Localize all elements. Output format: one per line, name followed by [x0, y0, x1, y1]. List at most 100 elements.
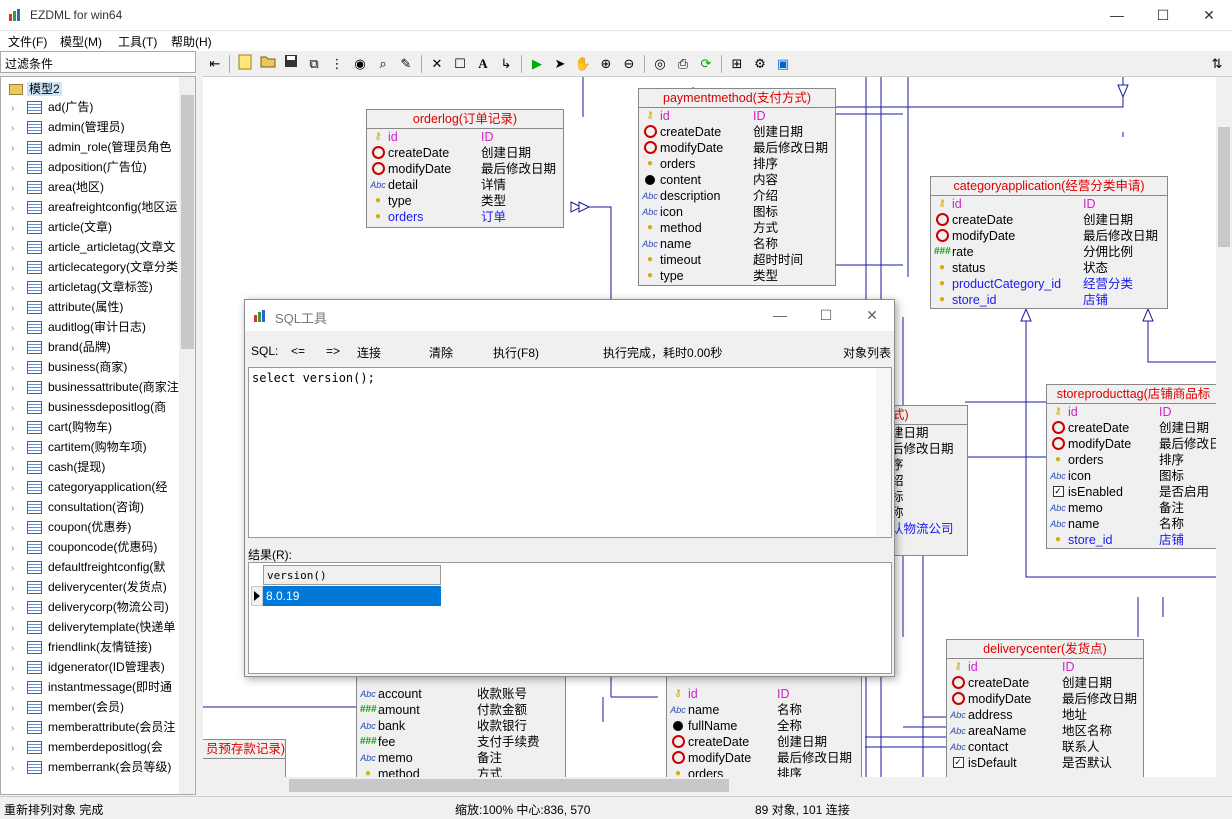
filter-input[interactable]: 过滤条件 — [0, 51, 196, 73]
menu-file[interactable]: 文件(F) — [8, 33, 47, 50]
field-row[interactable]: Abc name 名称 — [639, 236, 835, 252]
find-icon[interactable]: ⌕ — [373, 54, 393, 74]
zoom-in-icon[interactable]: ⊕ — [596, 54, 616, 74]
tree-item[interactable]: › areafreightconfig(地区运 — [11, 198, 179, 218]
back-button[interactable]: <= — [291, 344, 305, 358]
field-row[interactable]: modifyDate 最后修改日 — [1047, 436, 1216, 452]
connect-button[interactable]: 连接 — [357, 344, 381, 361]
tree-item[interactable]: › adposition(广告位) — [11, 158, 179, 178]
tree-item[interactable]: › auditlog(审计日志) — [11, 318, 179, 338]
field-row[interactable]: modifyDate 最后修改日期 — [367, 161, 563, 177]
tree-view-icon[interactable]: ⋮ — [327, 54, 347, 74]
sql-editor[interactable]: select version(); — [248, 367, 892, 538]
dialog-minimize-button[interactable]: — — [757, 300, 803, 331]
tree-item[interactable]: › cart(购物车) — [11, 418, 179, 438]
field-row[interactable]: ⚷ id ID — [1047, 404, 1216, 420]
tree-item[interactable]: › business(商家) — [11, 358, 179, 378]
tree-item[interactable]: › articletag(文章标签) — [11, 278, 179, 298]
tree-item[interactable]: › articlecategory(文章分类 — [11, 258, 179, 278]
field-row[interactable]: ⚷ id ID — [931, 196, 1167, 212]
tree-item[interactable]: › deliverytemplate(快递单 — [11, 618, 179, 638]
pointer-icon[interactable]: ➤ — [550, 54, 570, 74]
tree-item[interactable]: › memberattribute(会员注 — [11, 718, 179, 738]
field-row[interactable]: Abc account 收款账号 — [357, 686, 565, 702]
field-row[interactable]: createDate 创建日期 — [947, 675, 1143, 691]
tree-scroll-thumb[interactable] — [181, 95, 194, 349]
tree-item[interactable]: › article(文章) — [11, 218, 179, 238]
tree-root[interactable]: 模型2 — [9, 80, 62, 98]
tree-item[interactable]: › idgenerator(ID管理表) — [11, 658, 179, 678]
field-row[interactable]: ● method 方式 — [357, 766, 565, 777]
menu-help[interactable]: 帮助(H) — [171, 33, 212, 50]
field-row[interactable]: createDate 创建日期 — [1047, 420, 1216, 436]
field-row[interactable]: ✓ isEnabled 是否启用 — [1047, 484, 1216, 500]
tree-item[interactable]: › coupon(优惠券) — [11, 518, 179, 538]
field-row[interactable]: Abc bank 收款银行 — [357, 718, 565, 734]
entity-deliverycorp[interactable]: ⚷ id ID Abc name 名称 fullName 全称 createDate 创建日期 mo… — [666, 666, 862, 777]
fullscreen-icon[interactable]: ▣ — [773, 54, 793, 74]
field-row[interactable]: createDate 创建日期 — [667, 734, 861, 750]
field-row[interactable]: ● orders 排序 — [639, 156, 835, 172]
view-icon[interactable]: ◎ — [650, 54, 670, 74]
field-row[interactable]: ### rate 分佣比例 — [931, 244, 1167, 260]
entity-deliverycenter[interactable]: deliverycenter(发货点) ⚷ id ID createDate 创建日期 m… — [946, 639, 1144, 777]
field-row[interactable]: Abc memo 备注 — [357, 750, 565, 766]
forward-button[interactable]: => — [326, 344, 340, 358]
arrange-icon[interactable]: ⊞ — [727, 54, 747, 74]
field-row[interactable]: ● status 状态 — [931, 260, 1167, 276]
field-row[interactable]: modifyDate 最后修改日期 — [931, 228, 1167, 244]
tree-item[interactable]: › deliverycorp(物流公司) — [11, 598, 179, 618]
tree-item[interactable]: › ad(广告) — [11, 98, 179, 118]
edit-icon[interactable]: ✎ — [396, 54, 416, 74]
tree-item[interactable]: › admin(管理员) — [11, 118, 179, 138]
link-icon[interactable]: ↳ — [496, 54, 516, 74]
minimize-button[interactable]: — — [1094, 0, 1140, 31]
model-tree[interactable]: 模型2 › ad(广告) › admin(管理员) › admin_role(管理员角色 ›… — [0, 76, 196, 795]
field-row[interactable]: modifyDate 最后修改日期 — [639, 140, 835, 156]
tree-item[interactable]: › categoryapplication(经 — [11, 478, 179, 498]
field-row[interactable]: Abc contact 联系人 — [947, 739, 1143, 755]
tree-item[interactable]: › cash(提现) — [11, 458, 179, 478]
tree-item[interactable]: › instantmessage(即时通 — [11, 678, 179, 698]
tree-item[interactable]: › cartitem(购物车项) — [11, 438, 179, 458]
entity-payment[interactable]: Abc account 收款账号 ### amount 付款金额 Abc bank 收款银行 ##… — [356, 666, 566, 777]
field-row[interactable]: createDate 创建日期 — [931, 212, 1167, 228]
execute-button[interactable]: 执行(F8) — [493, 344, 539, 361]
hand-icon[interactable]: ✋ — [573, 54, 593, 74]
editor-scrollbar[interactable] — [876, 368, 891, 537]
dialog-close-button[interactable]: ✕ — [849, 300, 895, 331]
field-row[interactable]: ⚷ id ID — [367, 129, 563, 145]
field-row[interactable]: createDate 创建日期 — [639, 124, 835, 140]
field-row[interactable]: ● productCategory_id 经营分类 — [931, 276, 1167, 292]
field-row[interactable]: ⚷ id ID — [667, 686, 861, 702]
tree-item[interactable]: › attribute(属性) — [11, 298, 179, 318]
field-row[interactable]: ● type 类型 — [639, 268, 835, 284]
field-row[interactable]: ● store_id 店铺 — [931, 292, 1167, 308]
entity-categoryapplication[interactable]: categoryapplication(经营分类申请) ⚷ id ID createD… — [930, 176, 1168, 309]
tree-item[interactable]: › couponcode(优惠码) — [11, 538, 179, 558]
field-row[interactable]: Abc memo 备注 — [1047, 500, 1216, 516]
entity-storeproducttag[interactable]: storeproducttag(店铺商品标 ⚷ id ID createDate 创建日… — [1046, 384, 1216, 549]
field-row[interactable]: ● timeout 超时时间 — [639, 252, 835, 268]
field-row[interactable]: ### fee 支付手续费 — [357, 734, 565, 750]
field-row[interactable]: ● orders 排序 — [1047, 452, 1216, 468]
field-row[interactable]: Abc name 名称 — [1047, 516, 1216, 532]
tree-item[interactable]: › businessattribute(商家注 — [11, 378, 179, 398]
field-row[interactable]: Abc description 介绍 — [639, 188, 835, 204]
entity-paymentmethod[interactable]: paymentmethod(支付方式) ⚷ id ID createDate 创建日期 m… — [638, 88, 836, 286]
field-row[interactable]: Abc icon 图标 — [639, 204, 835, 220]
menu-tools[interactable]: 工具(T) — [118, 33, 157, 50]
split-icon[interactable]: ⇅ — [1207, 54, 1227, 74]
tree-item[interactable]: › article_articletag(文章文 — [11, 238, 179, 258]
zoom-out-icon[interactable]: ⊖ — [619, 54, 639, 74]
field-row[interactable]: Abc address 地址 — [947, 707, 1143, 723]
entity-orderlog[interactable]: orderlog(订单记录) ⚷ id ID createDate 创建日期 modify… — [366, 109, 564, 228]
add-text-icon[interactable]: A — [473, 54, 493, 74]
toggle-panel-icon[interactable]: ⇤ — [205, 54, 225, 74]
field-row[interactable]: createDate 创建日期 — [367, 145, 563, 161]
sql-tool-dialog[interactable]: SQL工具 — ☐ ✕ SQL: <= => 连接 清除 执行(F8) 执行完成… — [244, 299, 895, 677]
canvas-hscroll-thumb[interactable] — [289, 779, 729, 792]
field-row[interactable]: fullName 全称 — [667, 718, 861, 734]
canvas-vscroll-thumb[interactable] — [1218, 127, 1230, 247]
field-row[interactable]: modifyDate 最后修改日期 — [667, 750, 861, 766]
